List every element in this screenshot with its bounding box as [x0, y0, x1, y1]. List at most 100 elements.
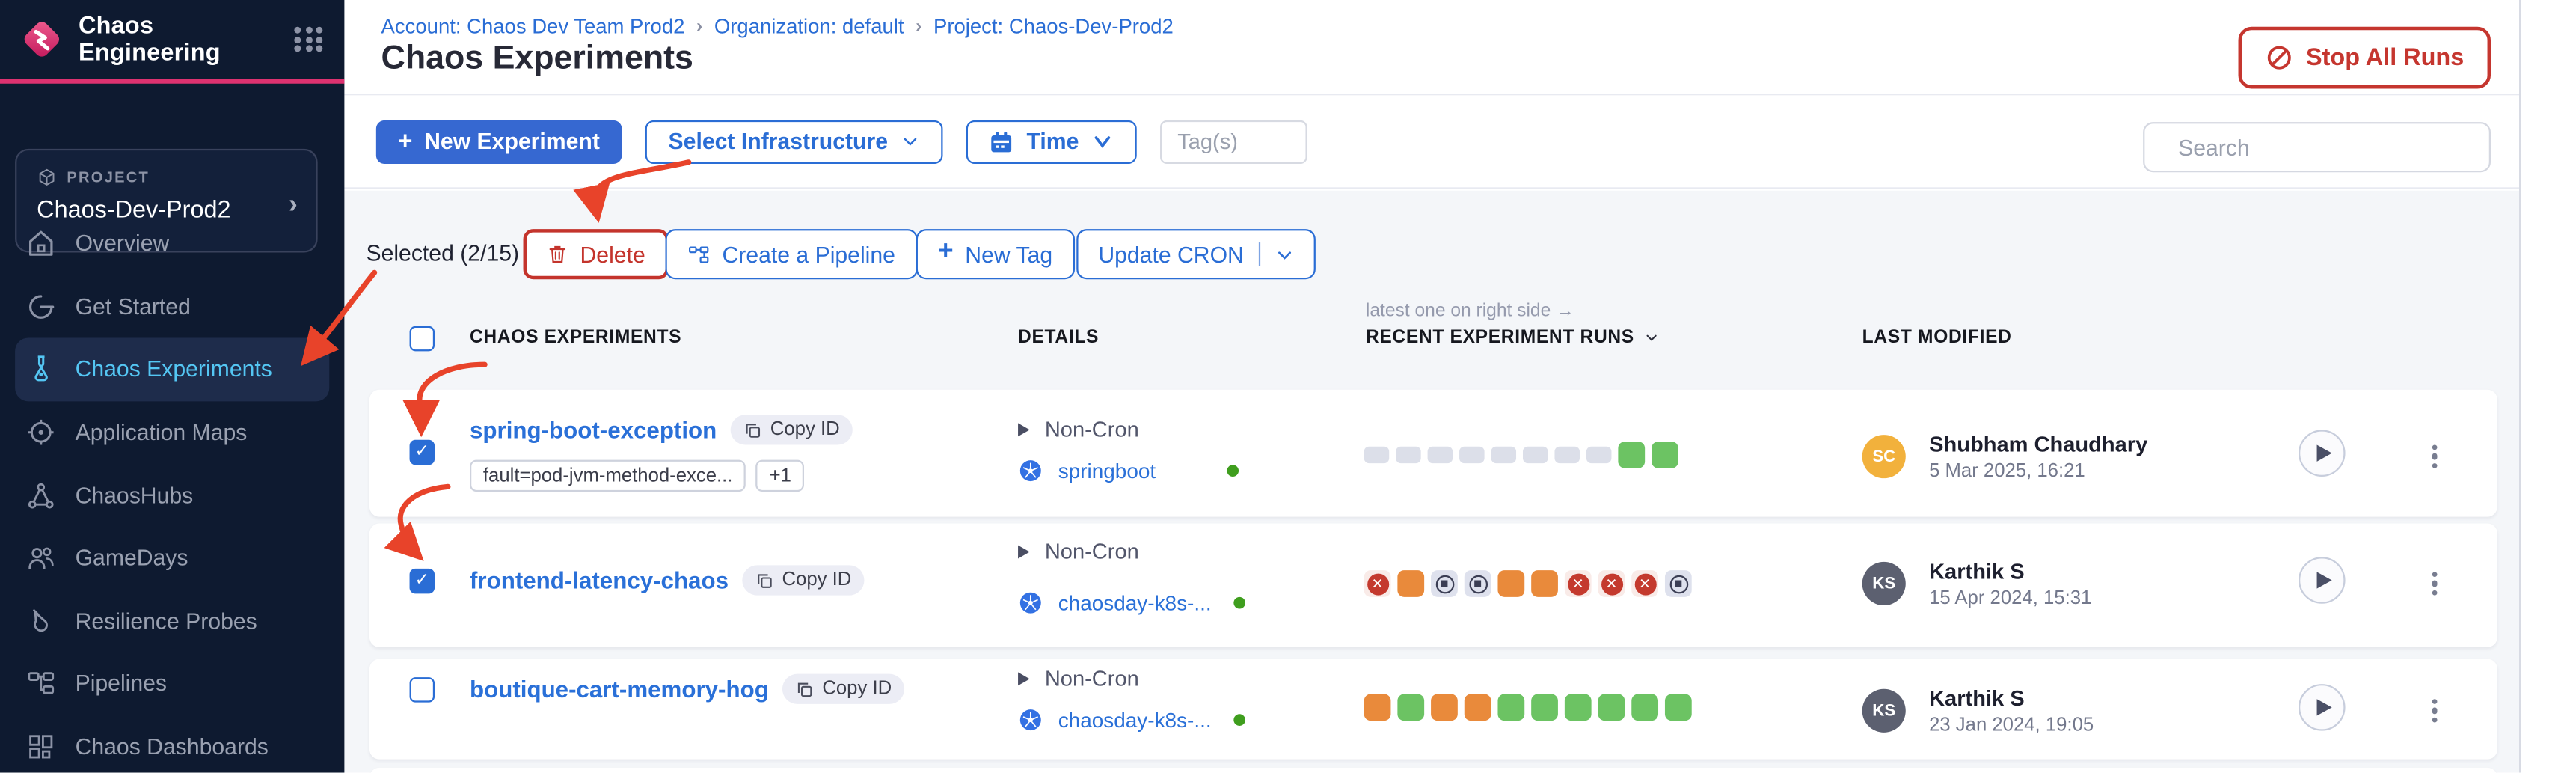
- sidebar-item-resilience-probes[interactable]: Resilience Probes: [15, 590, 329, 653]
- delete-button[interactable]: Delete: [524, 229, 669, 279]
- search-input[interactable]: [2175, 133, 2478, 162]
- sidebar-item-get-started[interactable]: Get Started: [15, 275, 329, 338]
- new-tag-button[interactable]: + New Tag: [916, 229, 1074, 279]
- row-checkbox[interactable]: [410, 440, 435, 465]
- infrastructure-link[interactable]: springboot: [1058, 459, 1156, 482]
- copy-id-button[interactable]: Copy ID: [742, 565, 865, 595]
- scrollbar-track[interactable]: [2519, 0, 2576, 773]
- failed-x-icon: ✕: [1634, 572, 1656, 594]
- stop-all-runs-button[interactable]: Stop All Runs: [2239, 27, 2491, 89]
- run-experiment-button[interactable]: [2299, 557, 2346, 604]
- experiment-name-link[interactable]: boutique-cart-memory-hog: [470, 676, 769, 703]
- run-indicator-none[interactable]: [1586, 447, 1612, 463]
- chevron-down-icon: [901, 132, 920, 151]
- copy-id-button[interactable]: Copy ID: [782, 674, 905, 704]
- run-indicator-failed[interactable]: ✕: [1565, 570, 1592, 597]
- sidebar-nav: Overview Get Started Chaos Experiments A…: [0, 213, 344, 773]
- run-indicator-success[interactable]: [1665, 694, 1692, 721]
- experiment-name-link[interactable]: frontend-latency-chaos: [470, 567, 729, 594]
- tag-chip-more[interactable]: +1: [756, 460, 805, 492]
- sidebar-item-gamedays[interactable]: GameDays: [15, 527, 329, 590]
- row-menu-button[interactable]: [2426, 436, 2444, 476]
- experiment-name-link[interactable]: spring-boot-exception: [470, 416, 717, 443]
- page-header: Account: Chaos Dev Team Prod2 › Organiza…: [344, 0, 2519, 95]
- modified-by-name: Karthik S: [1929, 685, 2094, 711]
- run-indicator-failed[interactable]: ✕: [1364, 570, 1391, 597]
- kubernetes-icon: [1018, 707, 1043, 733]
- product-title: Chaos Engineering: [79, 13, 279, 67]
- copy-id-label: Copy ID: [822, 679, 892, 699]
- kubernetes-icon: [1018, 458, 1043, 483]
- home-icon: [25, 228, 57, 260]
- sidebar-item-overview[interactable]: Overview: [15, 213, 329, 275]
- play-icon: [2317, 572, 2332, 588]
- sidebar-item-pipelines[interactable]: Pipelines: [15, 653, 329, 715]
- sidebar-item-chaos-experiments[interactable]: Chaos Experiments: [15, 338, 329, 401]
- search-box: [2143, 122, 2491, 172]
- row-checkbox[interactable]: [410, 569, 435, 594]
- recent-runs: [1364, 694, 1692, 721]
- breadcrumb-project-link[interactable]: Project: Chaos-Dev-Prod2: [933, 15, 1174, 38]
- application-maps-icon: [25, 417, 57, 448]
- run-indicator-stopped[interactable]: [1431, 570, 1458, 597]
- tags-filter-input[interactable]: [1161, 120, 1308, 163]
- row-menu-button[interactable]: [2426, 563, 2444, 603]
- run-indicator-success[interactable]: [1631, 694, 1658, 721]
- infrastructure-link[interactable]: chaosday-k8s-...: [1058, 708, 1212, 731]
- run-indicator-success[interactable]: [1565, 694, 1592, 721]
- run-indicator-none[interactable]: [1459, 447, 1485, 463]
- select-all-checkbox[interactable]: [410, 326, 435, 352]
- sidebar-item-chaoshubs[interactable]: ChaosHubs: [15, 464, 329, 527]
- stop-all-runs-label: Stop All Runs: [2306, 44, 2464, 71]
- run-indicator-success[interactable]: [1531, 694, 1558, 721]
- run-indicator-warning[interactable]: [1497, 570, 1524, 597]
- row-checkbox[interactable]: [410, 677, 435, 703]
- run-indicator-warning[interactable]: [1364, 694, 1391, 721]
- run-indicator-stopped[interactable]: [1465, 570, 1491, 597]
- chaos-engineering-logo: [20, 16, 64, 63]
- create-pipeline-button[interactable]: Create a Pipeline: [665, 229, 917, 279]
- run-indicator-warning[interactable]: [1397, 570, 1424, 597]
- sidebar-item-application-maps[interactable]: Application Maps: [15, 401, 329, 464]
- run-indicator-none[interactable]: [1428, 447, 1453, 463]
- run-indicator-warning[interactable]: [1531, 570, 1558, 597]
- breadcrumb-organization-link[interactable]: Organization: default: [714, 15, 904, 38]
- cron-type-icon: [1018, 544, 1030, 557]
- new-experiment-button[interactable]: + New Experiment: [376, 120, 622, 163]
- run-indicator-none[interactable]: [1491, 447, 1517, 463]
- run-experiment-button[interactable]: [2299, 684, 2346, 731]
- run-experiment-button[interactable]: [2299, 430, 2346, 477]
- row-menu-button[interactable]: [2426, 691, 2444, 730]
- breadcrumb-account-link[interactable]: Account: Chaos Dev Team Prod2: [381, 15, 685, 38]
- cube-icon: [37, 167, 57, 187]
- module-grid-icon[interactable]: [294, 27, 324, 52]
- tag-chip[interactable]: fault=pod-jvm-method-exce...: [470, 460, 746, 492]
- run-indicator-none[interactable]: [1396, 447, 1421, 463]
- schedule-type: Non-Cron: [1045, 539, 1139, 564]
- sidebar-item-chaos-dashboards[interactable]: Chaos Dashboards: [15, 715, 329, 773]
- run-indicator-success[interactable]: [1598, 694, 1625, 721]
- infrastructure-link[interactable]: chaosday-k8s-...: [1058, 591, 1212, 614]
- run-indicator-none[interactable]: [1523, 447, 1548, 463]
- copy-id-button[interactable]: Copy ID: [730, 415, 853, 444]
- sidebar-item-label: Get Started: [76, 294, 191, 320]
- run-indicator-failed[interactable]: ✕: [1631, 570, 1658, 597]
- time-filter-dropdown[interactable]: Time: [966, 120, 1138, 163]
- infra-online-dot: [1227, 465, 1239, 477]
- run-indicator-warning[interactable]: [1465, 694, 1491, 721]
- select-infrastructure-dropdown[interactable]: Select Infrastructure: [645, 120, 942, 163]
- run-indicator-success[interactable]: [1497, 694, 1524, 721]
- chevron-down-icon: [1643, 329, 1659, 346]
- run-indicator-stopped[interactable]: [1665, 570, 1692, 597]
- run-indicator-success_big[interactable]: [1618, 442, 1645, 468]
- run-indicator-warning[interactable]: [1431, 694, 1458, 721]
- failed-x-icon: ✕: [1601, 572, 1622, 594]
- column-header-runs-sort[interactable]: RECENT EXPERIMENT RUNS: [1366, 328, 1660, 348]
- run-indicator-none[interactable]: [1554, 447, 1580, 463]
- run-indicator-success[interactable]: [1397, 694, 1424, 721]
- run-indicator-success_big[interactable]: [1652, 442, 1678, 468]
- update-cron-dropdown[interactable]: Update CRON: [1076, 229, 1316, 279]
- run-indicator-failed[interactable]: ✕: [1598, 570, 1625, 597]
- run-indicator-none[interactable]: [1364, 447, 1390, 463]
- avatar: SC: [1862, 435, 1906, 478]
